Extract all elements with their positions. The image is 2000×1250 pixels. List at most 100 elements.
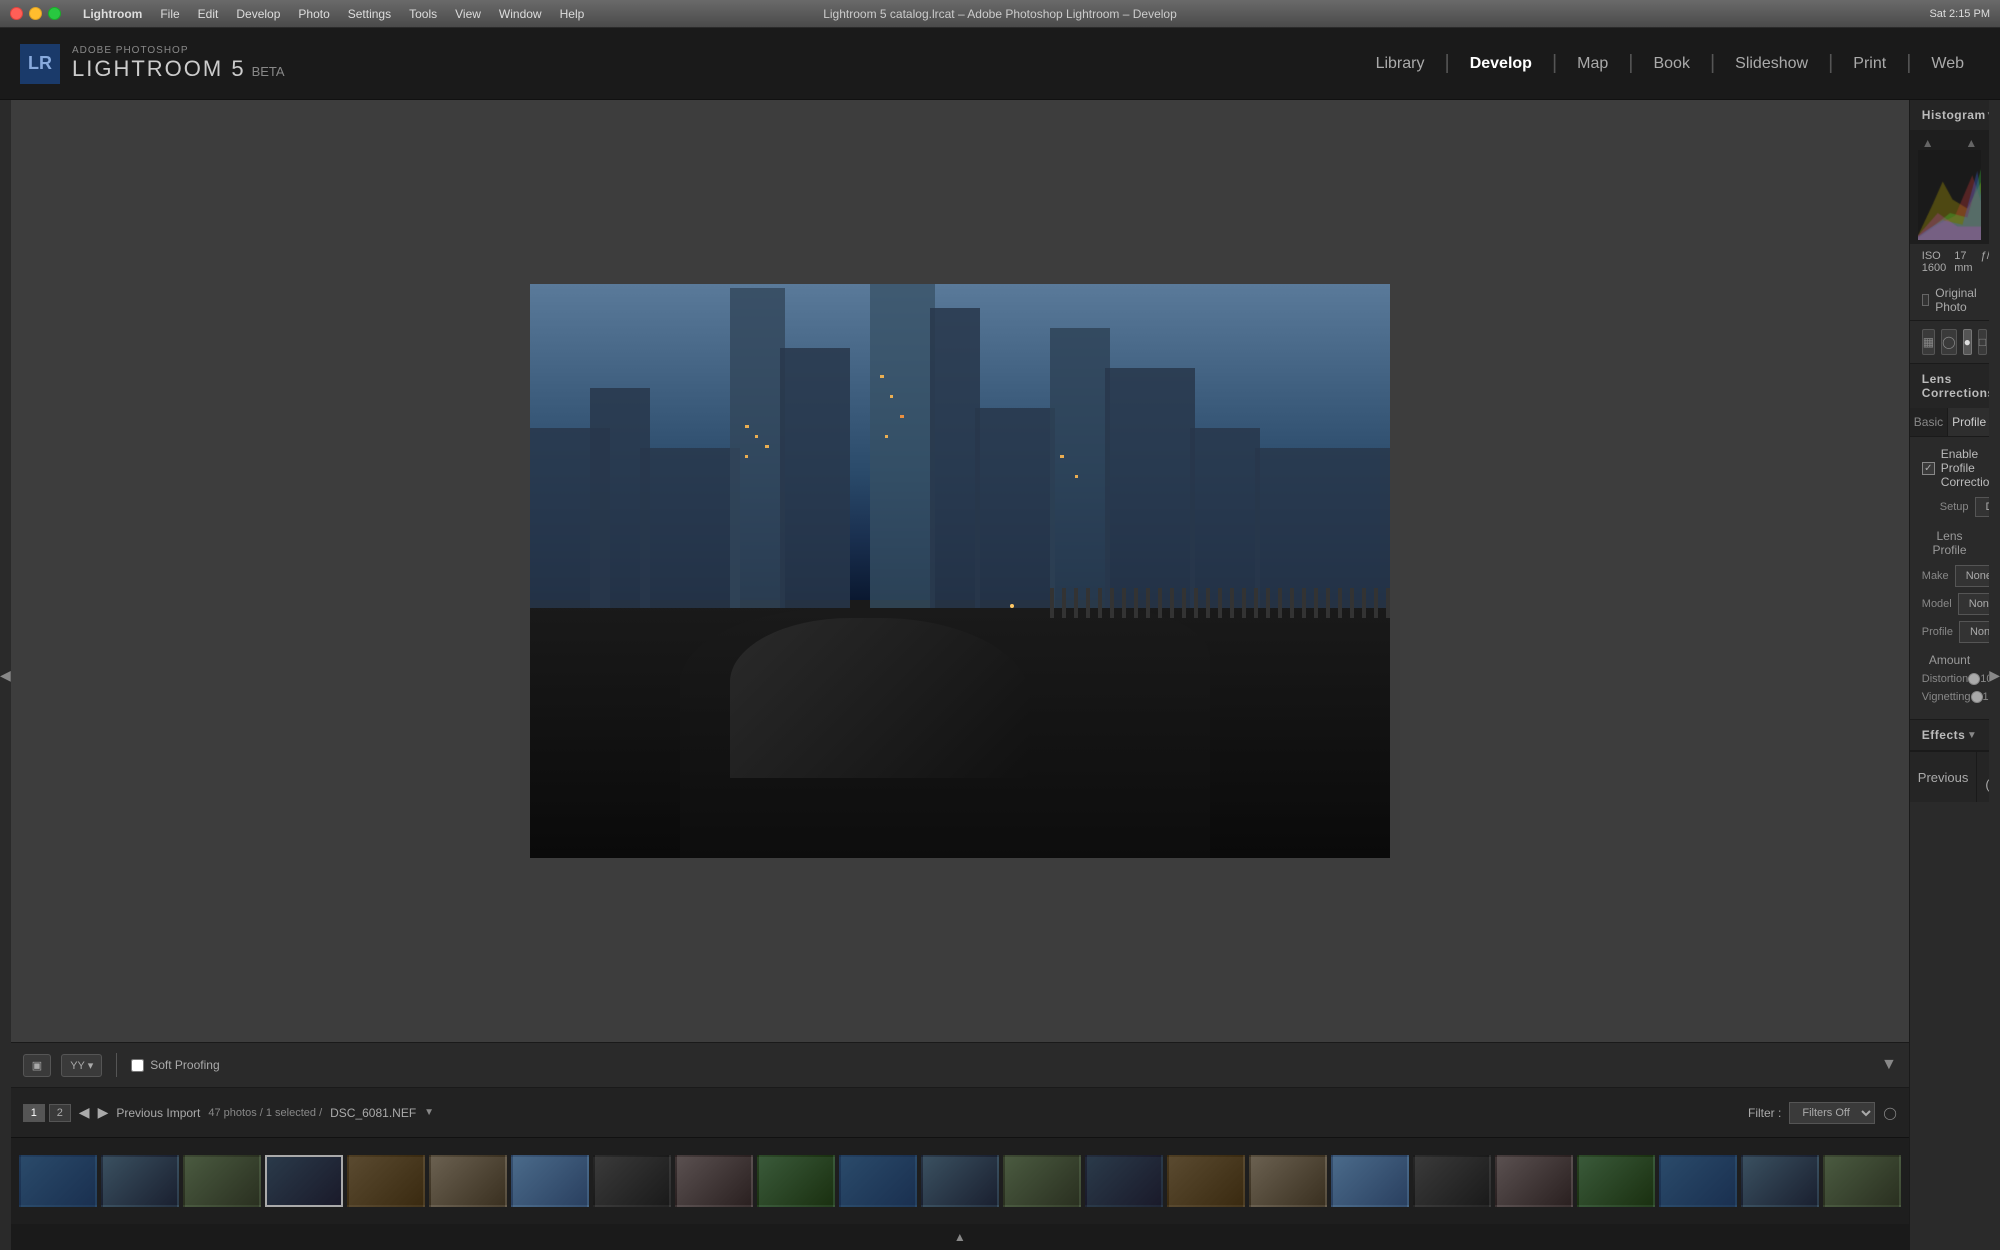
filmstrip-thumb-21[interactable] (1659, 1155, 1737, 1207)
enable-profile-corrections-checkbox[interactable] (1922, 462, 1935, 475)
menu-settings[interactable]: Settings (342, 7, 397, 21)
filmstrip-thumb-23[interactable] (1823, 1155, 1901, 1207)
previous-button[interactable]: Previous (1910, 752, 1978, 802)
exif-mm: 17 mm (1954, 250, 1972, 274)
lens-profile-title: Lens Profile (1922, 529, 1977, 557)
filmstrip-thumb-6[interactable] (429, 1155, 507, 1207)
building-4 (780, 348, 850, 608)
maximize-button[interactable] (48, 7, 61, 20)
view-mode-btn[interactable]: ▣ (23, 1054, 51, 1077)
mac-menu: Lightroom File Edit Develop Photo Settin… (77, 7, 590, 21)
filmstrip-thumb-3[interactable] (183, 1155, 261, 1207)
filmstrip-thumb-17[interactable] (1331, 1155, 1409, 1207)
menu-view[interactable]: View (449, 7, 487, 21)
filmstrip-thumb-18[interactable] (1413, 1155, 1491, 1207)
filmstrip-thumb-20[interactable] (1577, 1155, 1655, 1207)
expand-icon[interactable]: ▼ (1881, 1056, 1897, 1073)
filmstrip-thumb-19[interactable] (1495, 1155, 1573, 1207)
filter-label: Filter : (1748, 1106, 1781, 1120)
light-3 (765, 445, 769, 448)
nav-web[interactable]: Web (1915, 49, 1980, 79)
film-nav-prev-btn[interactable]: ◀ (79, 1104, 90, 1121)
right-panel-toggle[interactable]: ▶ (1989, 100, 2000, 1250)
tool-grid-icon[interactable]: ▦ (1922, 329, 1935, 355)
filmstrip-thumb-14[interactable] (1085, 1155, 1163, 1207)
filmstrip-thumb-16[interactable] (1249, 1155, 1327, 1207)
bag-shape (730, 618, 1030, 778)
filmstrip-nav: 1 2 ◀ ▶ Previous Import 47 photos / 1 se… (11, 1088, 1909, 1138)
menu-lightroom[interactable]: Lightroom (77, 7, 148, 21)
menu-help[interactable]: Help (554, 7, 591, 21)
exif-aperture: ƒ/2.8 (1981, 250, 1990, 274)
profile-select[interactable]: None (1959, 621, 1989, 643)
setup-select[interactable]: Default (1975, 497, 1990, 517)
filmstrip-thumb-11[interactable] (839, 1155, 917, 1207)
filmstrip-thumb-13[interactable] (1003, 1155, 1081, 1207)
lr-beta-label: BETA (252, 64, 285, 79)
filter-select[interactable]: Filters Off (1789, 1102, 1875, 1124)
bottom-arrow-icon[interactable]: ▲ (954, 1230, 966, 1244)
filmstrip-thumb-22[interactable] (1741, 1155, 1819, 1207)
page-2-btn[interactable]: 2 (49, 1104, 71, 1122)
filmstrip-thumb-10[interactable] (757, 1155, 835, 1207)
menu-window[interactable]: Window (493, 7, 548, 21)
nav-sep-6: | (1906, 52, 1911, 75)
close-button[interactable] (10, 7, 23, 20)
yy-btn[interactable]: YY ▾ (61, 1054, 102, 1077)
histogram-header[interactable]: Histogram ▼ (1910, 100, 1989, 130)
filmstrip-thumb-4[interactable] (265, 1155, 343, 1207)
hist-right-arrow[interactable]: ▲ (1965, 136, 1977, 150)
lc-tab-profile[interactable]: Profile (1948, 408, 1989, 436)
lc-tab-basic[interactable]: Basic (1910, 408, 1948, 436)
filmstrip-thumb-1[interactable] (19, 1155, 97, 1207)
nav-library[interactable]: Library (1360, 49, 1441, 79)
effects-header[interactable]: Effects ▼ (1910, 720, 1989, 750)
menu-file[interactable]: File (154, 7, 185, 21)
make-select[interactable]: None (1955, 565, 1990, 587)
menu-edit[interactable]: Edit (192, 7, 225, 21)
filmstrip-thumb-8[interactable] (593, 1155, 671, 1207)
nav-develop[interactable]: Develop (1454, 49, 1548, 79)
nav-slideshow[interactable]: Slideshow (1719, 49, 1824, 79)
page-1-btn[interactable]: 1 (23, 1104, 45, 1122)
distortion-thumb[interactable] (1968, 673, 1980, 685)
tool-crop-icon[interactable]: ◯ (1941, 329, 1956, 355)
filmstrip-thumb-12[interactable] (921, 1155, 999, 1207)
vignetting-row: Vignetting 100 (1922, 691, 1977, 703)
soft-proofing-row: Soft Proofing (131, 1058, 219, 1072)
lens-corrections-header[interactable]: Lens Corrections ▼ (1910, 364, 1989, 408)
bottom-bar: ▲ (11, 1224, 1909, 1250)
left-panel-toggle[interactable]: ◀ (0, 100, 11, 1250)
building-right-4 (1255, 448, 1390, 608)
main-photo (530, 284, 1390, 858)
nav-book[interactable]: Book (1637, 49, 1705, 79)
menu-develop[interactable]: Develop (230, 7, 286, 21)
filename-arrow[interactable]: ▼ (424, 1107, 434, 1118)
film-nav-next-btn[interactable]: ▶ (98, 1104, 109, 1121)
filmstrip-collapse-icon[interactable]: ◯ (1883, 1106, 1896, 1120)
vignetting-thumb[interactable] (1971, 691, 1983, 703)
left-arrow-icon: ◀ (0, 667, 11, 684)
model-select[interactable]: None (1958, 593, 1989, 615)
menu-photo[interactable]: Photo (292, 7, 335, 21)
histogram-arrows: ▲ ▲ (1918, 136, 1981, 150)
original-photo-checkbox[interactable] (1922, 294, 1930, 306)
reset-button[interactable]: Reset (Adobe) (1977, 752, 1989, 802)
soft-proofing-checkbox[interactable] (131, 1059, 144, 1072)
minimize-button[interactable] (29, 7, 42, 20)
nav-map[interactable]: Map (1561, 49, 1624, 79)
filmstrip-thumb-2[interactable] (101, 1155, 179, 1207)
filmstrip-thumb-9[interactable] (675, 1155, 753, 1207)
menu-tools[interactable]: Tools (403, 7, 443, 21)
tool-spot-icon[interactable]: ● (1963, 329, 1972, 355)
light-10 (1075, 475, 1078, 478)
nav-print[interactable]: Print (1837, 49, 1902, 79)
tool-redeye-icon[interactable]: □ (1978, 329, 1987, 355)
toolbar-separator (116, 1053, 117, 1077)
filmstrip-thumb-15[interactable] (1167, 1155, 1245, 1207)
hist-left-arrow[interactable]: ▲ (1922, 136, 1934, 150)
lr-logo: LR ADOBE PHOTOSHOP LIGHTROOM 5 BETA (20, 44, 285, 84)
filmstrip-thumb-5[interactable] (347, 1155, 425, 1207)
lr-icon: LR (20, 44, 60, 84)
filmstrip-thumb-7[interactable] (511, 1155, 589, 1207)
